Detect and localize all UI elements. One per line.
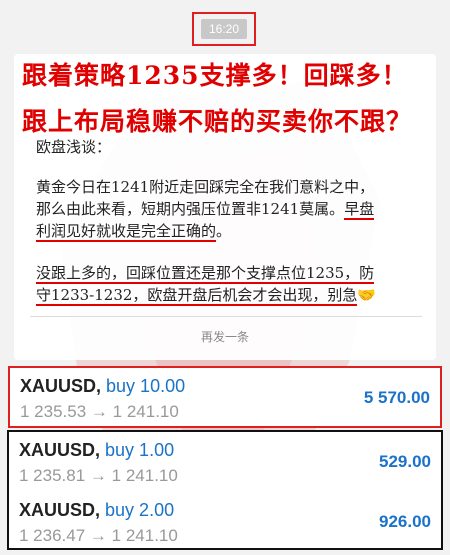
headline-line-2: 跟上布局稳赚不赔的买卖你不跟？	[22, 107, 413, 136]
timestamp-chip: 16:20	[200, 19, 248, 39]
arrow-icon: →	[90, 402, 108, 421]
trade-row[interactable]: XAUUSD, buy 10.00 1 235.53 → 1 241.10 5 …	[8, 366, 442, 428]
underlined-early-session: 早盘	[344, 200, 375, 220]
price-close: 1 241.10	[111, 466, 178, 485]
paragraph-1-line-2: 那么由此来看，短期内强压位置非1241莫属。早盘	[36, 198, 375, 220]
handshake-emoji: 🤝	[357, 286, 377, 304]
arrow-icon: →	[89, 466, 107, 485]
trade-direction: buy 1.00	[105, 440, 175, 460]
price-open: 1 236.47	[19, 526, 86, 545]
trade-profit: 5 570.00	[363, 388, 430, 407]
trade-direction: buy 2.00	[105, 500, 175, 520]
headline-line-1: 跟着策略1235支撑多！回踩多！	[22, 61, 408, 90]
underlined-profit-note: 利润见好就收是完全正确的	[36, 222, 217, 242]
trade-row[interactable]: XAUUSD, buy 1.00 1 235.81 → 1 241.10 529…	[9, 432, 441, 494]
arrow-icon: →	[89, 526, 107, 545]
price-open: 1 235.81	[19, 466, 86, 485]
trade-prices: 1 236.47 → 1 241.10	[19, 526, 178, 546]
timestamp-highlight: 16:20	[192, 12, 256, 46]
symbol-text: XAUUSD,	[19, 440, 101, 460]
paragraph-1-line-3-end: 。	[216, 222, 232, 240]
send-another-link[interactable]: 再发一条	[0, 328, 450, 345]
trade-prices: 1 235.53 → 1 241.10	[20, 402, 179, 422]
trade-direction: buy 10.00	[106, 376, 186, 396]
trade-symbol: XAUUSD, buy 10.00	[20, 376, 185, 397]
symbol-text: XAUUSD,	[20, 376, 102, 396]
trade-prices: 1 235.81 → 1 241.10	[19, 466, 178, 486]
trade-row[interactable]: XAUUSD, buy 2.00 1 236.47 → 1 241.10 926…	[9, 492, 441, 548]
message-divider	[30, 316, 422, 317]
trade-symbol: XAUUSD, buy 1.00	[19, 440, 174, 461]
trade-profit: 926.00	[379, 512, 431, 531]
paragraph-2-line-1: 没跟上多的，回踩位置还是那个支撑点位1235，防	[36, 262, 375, 284]
symbol-text: XAUUSD,	[19, 500, 101, 520]
price-close: 1 241.10	[111, 526, 178, 545]
underlined-support-note: 没跟上多的，回踩位置还是那个支撑点位1235，防	[36, 264, 375, 284]
paragraph-2-line-2: 守1233-1232，欧盘开盘后机会才会出现，别急🤝	[36, 284, 376, 306]
paragraph-1-line-1: 黄金今日在1241附近走回踩完全在我们意料之中，	[36, 178, 375, 196]
paragraph-1-line-3: 利润见好就收是完全正确的。	[36, 220, 231, 242]
price-close: 1 241.10	[112, 402, 179, 421]
price-open: 1 235.53	[20, 402, 87, 421]
paragraph-1-line-2-text: 那么由此来看，短期内强压位置非1241莫属。	[36, 200, 345, 218]
underlined-defense-note: 守1233-1232，欧盘开盘后机会才会出现，别急	[36, 286, 358, 306]
trade-profit: 529.00	[379, 452, 431, 471]
trade-symbol: XAUUSD, buy 2.00	[19, 500, 174, 521]
section-title: 欧盘浅谈：	[36, 138, 112, 156]
